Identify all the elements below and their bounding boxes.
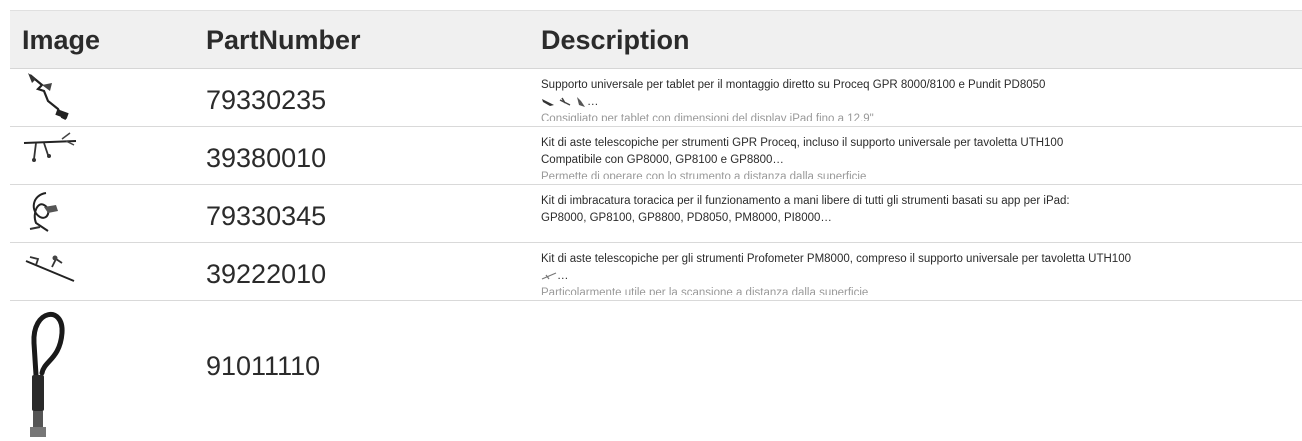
description: Supporto universale per tablet per il mo… xyxy=(541,77,1281,121)
cable-lock-icon[interactable] xyxy=(22,303,82,441)
telescopic-rod-icon[interactable] xyxy=(22,129,82,174)
thumbnail-icon xyxy=(541,272,557,280)
telescopic-rod-icon[interactable] xyxy=(22,245,82,292)
part-number: 39380010 xyxy=(206,143,327,173)
product-table: Image PartNumber Description 79330235 Su… xyxy=(10,10,1302,441)
table-row: 79330235 Supporto universale per tablet … xyxy=(10,69,1302,127)
description: Kit di aste telescopiche per gli strumen… xyxy=(541,251,1281,295)
header-description: Description xyxy=(541,25,690,55)
part-number: 39222010 xyxy=(206,259,327,289)
part-number: 79330235 xyxy=(206,85,327,115)
description-line: Supporto universale per tablet per il mo… xyxy=(541,79,1046,91)
thumbnail-group xyxy=(541,271,557,281)
description-line: Particolarmente utile per la scansione a… xyxy=(541,287,869,295)
table-header: Image PartNumber Description xyxy=(10,10,1302,69)
header-part-number: PartNumber xyxy=(206,25,361,55)
description-line: Kit di aste telescopiche per strumenti G… xyxy=(541,137,1064,149)
description-line: Compatibile con GP8000, GP8100 e GP8800… xyxy=(541,154,784,166)
description: Kit di imbracatura toracica per il funzi… xyxy=(541,193,1281,237)
thumbnail-icon xyxy=(559,97,571,106)
thumbnail-group xyxy=(541,96,587,108)
table-row: 39222010 Kit di aste telescopiche per gl… xyxy=(10,243,1302,301)
description-line: GP8000, GP8100, GP8800, PD8050, PM8000, … xyxy=(541,212,832,224)
description: Kit di aste telescopiche per strumenti G… xyxy=(541,135,1281,179)
table-row: 91011110 xyxy=(10,301,1302,441)
part-number: 79330345 xyxy=(206,201,327,231)
chest-harness-icon[interactable] xyxy=(22,187,82,242)
description-line: Kit di imbracatura toracica per il funzi… xyxy=(541,195,1070,207)
description-line: Kit di aste telescopiche per gli strumen… xyxy=(541,253,1131,265)
part-number: 91011110 xyxy=(206,351,321,381)
table-row: 39380010 Kit di aste telescopiche per st… xyxy=(10,127,1302,185)
header-image: Image xyxy=(22,25,101,55)
description-line: Consigliato per tablet con dimensioni de… xyxy=(541,113,874,121)
description-line: Permette di operare con lo strumento a d… xyxy=(541,171,867,179)
tablet-holder-icon[interactable] xyxy=(22,71,82,126)
thumbnail-icon xyxy=(542,98,554,106)
table-row: 79330345 Kit di imbracatura toracica per… xyxy=(10,185,1302,243)
thumbnail-icon xyxy=(577,96,585,107)
